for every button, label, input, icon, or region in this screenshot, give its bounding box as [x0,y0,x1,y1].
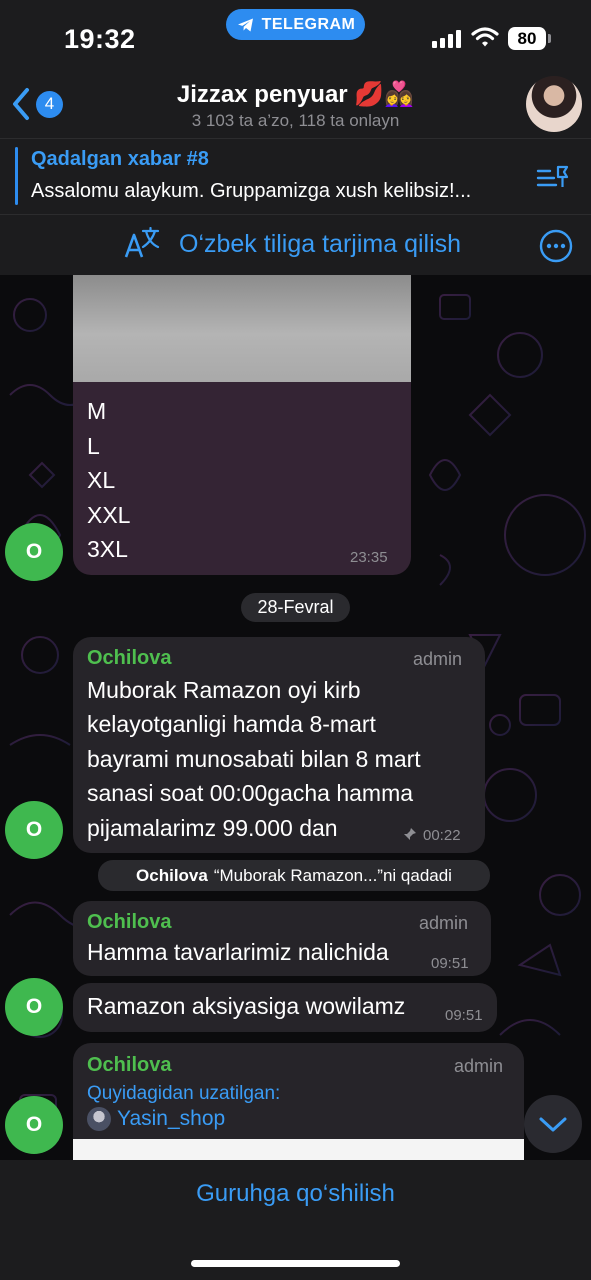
size-item: 3XL [87,536,128,562]
message-line: bayrami munosabati bilan 8 mart [87,746,421,772]
message-time: 09:51 [431,955,469,972]
back-button[interactable]: 4 [10,86,63,122]
message-line: kelayotganligi hamda 8-mart [87,711,376,737]
message-time: 09:51 [445,1007,483,1024]
home-indicator[interactable] [191,1260,400,1267]
admin-badge: admin [413,649,463,669]
pin-icon [404,828,416,840]
forwarded-from[interactable]: Yasin_shop [87,1107,225,1131]
forwarded-from-name: Yasin_shop [117,1107,226,1130]
pinned-text: Assalomu alaykum. Gruppamizga xush kelib… [31,180,472,202]
forwarded-avatar [87,1107,111,1131]
pinned-title: Qadalgan xabar #8 [31,148,209,170]
message-time: 00:22 [423,827,461,844]
sender-name[interactable]: Ochilova [87,911,171,934]
pin-service-message[interactable]: Ochilova “Muborak Ramazon...”ni qadadi [98,860,490,891]
translate-icon [124,227,160,258]
status-time: 19:32 [64,24,136,54]
group-avatar[interactable] [526,76,582,132]
date-separator: 28-Fevral [241,593,350,622]
signal-icon [432,30,461,48]
forwarded-label: Quyidagidan uzatilgan: [87,1083,281,1104]
sender-avatar[interactable]: O [5,523,63,581]
sender-avatar[interactable]: O [5,978,63,1036]
pin-action-text: “Muborak Ramazon...”ni qadadi [213,865,452,885]
status-bar: 19:32 TELEGRAM 80 [0,0,591,72]
pin-actor: Ochilova [136,865,208,885]
message-line: Muborak Ramazon oyi kirb [87,677,361,703]
message-line: sanasi soat 00:00gacha hamma [87,780,414,806]
telegram-icon [237,18,253,31]
message-time: 23:35 [350,549,388,566]
translate-label: O‘zbek tiliga tarjima qilish [179,230,462,258]
sender-avatar[interactable]: O [5,801,63,859]
message-text: Hamma tavarlarimiz nalichida [87,939,389,965]
back-chevron-icon [13,88,29,120]
admin-badge: admin [419,913,469,933]
chat-header: Jizzax penyuar 💋👩‍❤️‍👩 3 103 ta a’zo, 11… [0,72,591,138]
size-item: XL [87,467,116,493]
forwarded-media[interactable] [73,1139,524,1160]
pinned-message-bar[interactable]: Qadalgan xabar #8 Assalomu alaykum. Grup… [0,138,591,215]
telegram-pill-label: TELEGRAM [261,15,356,33]
sender-name[interactable]: Ochilova [87,1054,171,1077]
join-group-button[interactable]: Guruhga qo‘shilish [0,1180,591,1208]
pinned-list-icon[interactable] [536,163,570,191]
chevron-down-icon [539,1117,567,1132]
more-icon[interactable] [539,229,573,263]
unread-badge: 4 [36,90,63,118]
battery-indicator: 80 [508,27,551,50]
chat-subtitle: 3 103 ta a’zo, 118 ta onlayn [191,111,400,130]
telegram-pill[interactable]: TELEGRAM [226,9,365,40]
chat-title[interactable]: Jizzax penyuar 💋👩‍❤️‍👩 [0,80,591,109]
sender-avatar[interactable]: O [5,1096,63,1154]
sender-name[interactable]: Ochilova [87,647,171,670]
message-photo[interactable] [73,275,411,382]
size-item: M [87,398,107,424]
chat-area[interactable]: M L XL XXL 3XL 23:35 O 28-Fevral Ochilov… [0,275,591,1160]
bottom-bar: Guruhga qo‘shilish [0,1160,591,1280]
message-line: pijamalarimz 99.000 dan [87,815,338,841]
size-item: L [87,433,100,459]
wifi-icon [471,27,499,47]
translate-bar[interactable]: O‘zbek tiliga tarjima qilish [0,215,591,275]
pinned-indicator [15,147,18,205]
message-text: Ramazon aksiyasiga wowilamz [87,993,406,1019]
size-item: XXL [87,502,131,528]
scroll-down-button[interactable] [524,1095,582,1153]
admin-badge: admin [454,1056,504,1076]
